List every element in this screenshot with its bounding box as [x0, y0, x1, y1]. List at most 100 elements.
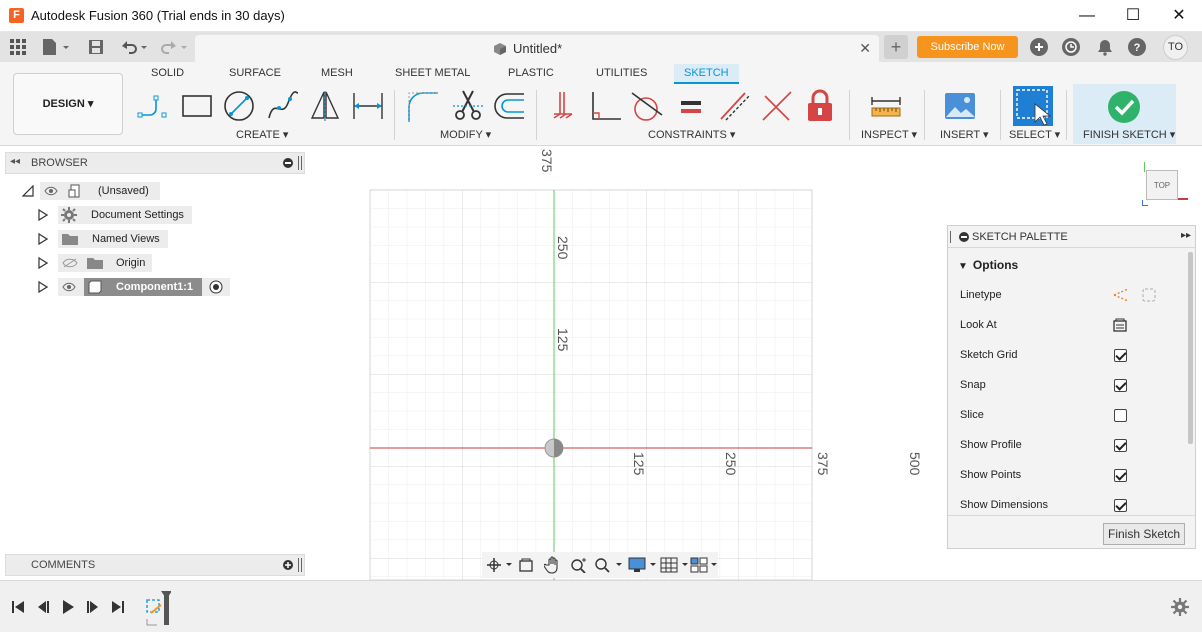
- step-forward-icon[interactable]: [84, 598, 102, 616]
- collapsed-triangle-icon[interactable]: [38, 233, 48, 245]
- sketch-grid-checkbox[interactable]: [1114, 349, 1127, 362]
- extensions-icon[interactable]: [1030, 38, 1048, 56]
- rectangle-tool-icon[interactable]: [180, 89, 214, 123]
- workspace-switcher[interactable]: DESIGN ▾: [13, 73, 123, 135]
- tab-plastic[interactable]: PLASTIC: [508, 67, 554, 79]
- perpendicular-constraint-icon[interactable]: [589, 89, 623, 123]
- tab-utilities[interactable]: UTILITIES: [596, 67, 647, 79]
- browser-pin-handle[interactable]: [298, 156, 302, 170]
- undo-icon[interactable]: [119, 38, 149, 56]
- tab-sketch[interactable]: SKETCH: [674, 64, 739, 84]
- construction-linetype-icon[interactable]: [1112, 286, 1130, 304]
- show-dimensions-checkbox[interactable]: [1114, 499, 1127, 512]
- browser-minimize-icon[interactable]: [283, 158, 293, 168]
- expanded-triangle-icon[interactable]: [22, 185, 34, 197]
- coincident-constraint-icon[interactable]: [546, 89, 580, 123]
- collapsed-triangle-icon[interactable]: [38, 257, 48, 269]
- app-grid-icon[interactable]: [9, 38, 27, 56]
- tree-row-component[interactable]: Component1:1: [38, 278, 238, 296]
- finish-sketch-button[interactable]: FINISH SKETCH ▾: [1073, 84, 1176, 144]
- spline-tool-icon[interactable]: [266, 89, 300, 123]
- comments-panel[interactable]: COMMENTS: [5, 554, 305, 576]
- tree-row-origin[interactable]: Origin: [38, 254, 158, 272]
- job-status-icon[interactable]: [1062, 38, 1080, 56]
- document-tab[interactable]: Untitled* ✕: [195, 35, 879, 62]
- activate-radio-icon[interactable]: [209, 280, 223, 294]
- show-points-checkbox[interactable]: [1114, 469, 1127, 482]
- grid-snaps-icon[interactable]: [660, 557, 690, 573]
- notifications-bell-icon[interactable]: [1096, 38, 1114, 56]
- centerline-linetype-icon[interactable]: [1140, 286, 1158, 304]
- new-tab-button[interactable]: +: [884, 35, 908, 59]
- timeline-settings-gear-icon[interactable]: [1171, 598, 1189, 616]
- palette-expand-icon[interactable]: ▸▸: [1181, 230, 1191, 241]
- collapsed-triangle-icon[interactable]: [38, 281, 48, 293]
- tree-row-named-views[interactable]: Named Views: [38, 230, 178, 248]
- mirror-tool-icon[interactable]: [308, 89, 342, 123]
- insert-image-icon[interactable]: [943, 89, 977, 123]
- play-icon[interactable]: [59, 598, 77, 616]
- file-menu-icon[interactable]: [41, 38, 71, 56]
- viewports-icon[interactable]: [690, 557, 720, 573]
- modify-group-label[interactable]: MODIFY ▾: [440, 128, 491, 141]
- parallel-constraint-icon[interactable]: [718, 89, 752, 123]
- tab-sheet-metal[interactable]: SHEET METAL: [395, 67, 470, 79]
- visibility-eye-icon[interactable]: [62, 282, 76, 292]
- minimize-button[interactable]: —: [1064, 0, 1110, 32]
- close-tab-button[interactable]: ✕: [859, 40, 871, 57]
- show-profile-checkbox[interactable]: [1114, 439, 1127, 452]
- offset-tool-icon[interactable]: [492, 89, 526, 123]
- palette-drag-handle[interactable]: [950, 231, 953, 243]
- palette-finish-sketch-button[interactable]: Finish Sketch: [1103, 523, 1185, 545]
- fit-zoom-icon[interactable]: [594, 557, 624, 573]
- trim-scissors-icon[interactable]: [451, 89, 485, 123]
- orbit-icon[interactable]: [486, 557, 514, 573]
- midpoint-constraint-icon[interactable]: [760, 89, 794, 123]
- fix-lock-icon[interactable]: [803, 89, 837, 123]
- look-at-icon[interactable]: [518, 557, 534, 573]
- sketch-palette-header[interactable]: SKETCH PALETTE ▸▸: [948, 226, 1195, 248]
- palette-minimize-icon[interactable]: [959, 232, 969, 242]
- tree-row-document-settings[interactable]: Document Settings: [38, 206, 198, 224]
- visibility-eye-icon[interactable]: [44, 186, 58, 196]
- zoom-icon[interactable]: [570, 557, 588, 573]
- maximize-button[interactable]: ☐: [1110, 0, 1156, 32]
- equal-constraint-icon[interactable]: [674, 89, 708, 123]
- line-tool-icon[interactable]: [136, 89, 170, 123]
- tab-mesh[interactable]: MESH: [321, 67, 353, 79]
- collapse-browser-icon[interactable]: ◂◂: [10, 156, 20, 167]
- fillet-tool-icon[interactable]: [406, 89, 440, 123]
- select-group-label[interactable]: SELECT ▾: [1009, 128, 1060, 141]
- tab-surface[interactable]: SURFACE: [229, 67, 281, 79]
- viewcube[interactable]: TOP: [1142, 162, 1192, 208]
- help-icon[interactable]: ?: [1128, 38, 1146, 56]
- step-back-icon[interactable]: [34, 598, 52, 616]
- display-settings-icon[interactable]: [628, 557, 658, 573]
- add-comment-icon[interactable]: [283, 560, 293, 570]
- browser-header[interactable]: ◂◂ BROWSER: [5, 152, 305, 174]
- user-avatar[interactable]: TO: [1163, 35, 1188, 60]
- subscribe-button[interactable]: Subscribe Now: [917, 36, 1018, 58]
- select-window-icon[interactable]: [1013, 86, 1053, 126]
- look-at-icon[interactable]: [1112, 317, 1128, 333]
- section-collapse-icon[interactable]: ▼: [958, 261, 968, 272]
- snap-checkbox[interactable]: [1114, 379, 1127, 392]
- palette-scrollbar[interactable]: [1188, 252, 1193, 444]
- tangent-constraint-icon[interactable]: [630, 89, 664, 123]
- tab-solid[interactable]: SOLID: [151, 67, 184, 79]
- insert-group-label[interactable]: INSERT ▾: [940, 128, 989, 141]
- hidden-eye-icon[interactable]: [62, 258, 78, 268]
- circle-tool-icon[interactable]: [222, 89, 256, 123]
- viewcube-top-face[interactable]: TOP: [1146, 170, 1178, 200]
- measure-ruler-icon[interactable]: [869, 89, 903, 123]
- collapsed-triangle-icon[interactable]: [38, 209, 48, 221]
- options-section-header[interactable]: ▼ Options: [958, 258, 1018, 272]
- go-to-start-icon[interactable]: [9, 598, 27, 616]
- sketch-dimension-tool-icon[interactable]: [351, 89, 385, 123]
- inspect-group-label[interactable]: INSPECT ▾: [861, 128, 917, 141]
- close-window-button[interactable]: ✕: [1156, 0, 1202, 32]
- go-to-end-icon[interactable]: [109, 598, 127, 616]
- comments-pin-handle[interactable]: [298, 558, 302, 572]
- save-icon[interactable]: [87, 38, 105, 56]
- create-group-label[interactable]: CREATE ▾: [236, 128, 288, 141]
